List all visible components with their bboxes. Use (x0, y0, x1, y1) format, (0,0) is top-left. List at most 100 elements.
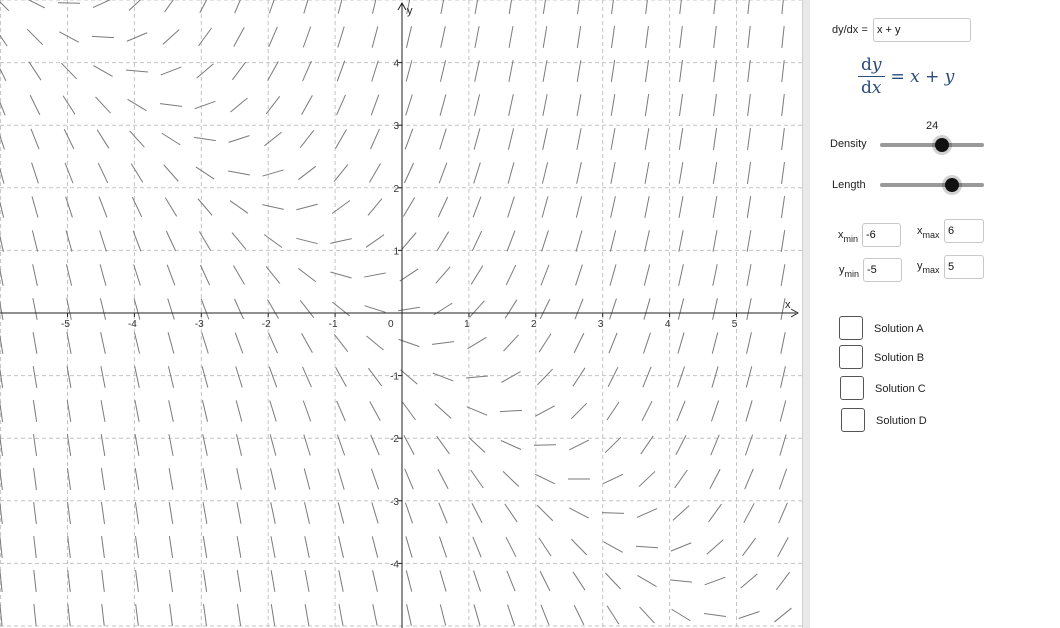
density-slider[interactable] (880, 138, 984, 152)
solution-b-checkbox[interactable] (839, 345, 863, 369)
slope-segment (742, 537, 756, 557)
slope-segment (0, 167, 5, 184)
slope-segment (371, 0, 377, 14)
slope-segment (264, 131, 282, 147)
slope-segment (406, 604, 412, 626)
slope-segment (576, 0, 580, 14)
length-slider[interactable] (880, 178, 984, 192)
graphics-view[interactable]: -5 -4 -3 -2 -1 1 2 3 4 5 4 3 2 1 -1 -2 -3 -4 0 x y (0, 0, 802, 628)
slope-segment (296, 203, 318, 211)
solution-a-label: Solution A (874, 323, 924, 335)
slope-segment (167, 298, 175, 320)
slope-segment (576, 162, 582, 184)
slope-segment (228, 170, 250, 176)
slope-segment (780, 366, 786, 388)
slope-segment (678, 230, 684, 252)
slope-segment (302, 366, 312, 388)
length-slider-thumb[interactable] (944, 178, 959, 192)
slope-segment (602, 473, 624, 485)
slope-segment (62, 95, 76, 115)
slope-segment (436, 435, 450, 455)
slope-segment (643, 264, 651, 286)
y-tick-label: -4 (390, 559, 399, 570)
slope-segment (97, 162, 109, 184)
ymin-input[interactable]: -5 (863, 258, 902, 282)
slope-segment (636, 508, 658, 518)
slope-segment (130, 163, 144, 183)
slope-segment (438, 502, 448, 524)
density-slider-track[interactable] (880, 143, 984, 147)
slope-segment (576, 26, 582, 48)
solution-c-checkbox[interactable] (840, 376, 864, 400)
slope-segment (95, 96, 111, 114)
y-tick-label: -1 (390, 372, 399, 383)
length-slider-track[interactable] (880, 183, 984, 187)
slope-segment (303, 0, 309, 14)
x-tick-label: -5 (61, 319, 70, 330)
slope-segment (505, 536, 517, 558)
slope-segment (403, 162, 415, 184)
slope-segment (507, 162, 515, 184)
solution-a-checkbox[interactable] (839, 316, 863, 340)
slope-segment (335, 367, 347, 387)
slope-segment (33, 468, 37, 490)
slope-segment (31, 196, 39, 218)
density-label: Density (830, 138, 867, 150)
x-tick-label: 2 (531, 319, 537, 330)
slope-segment (780, 196, 786, 218)
slope-segment (704, 576, 726, 586)
slope-segment (574, 298, 584, 320)
equation-input[interactable]: x + y (873, 18, 971, 42)
ymax-label: ymax (917, 260, 940, 275)
slope-segment (781, 94, 785, 116)
slope-segment (542, 60, 548, 82)
slope-segment (233, 27, 245, 47)
slope-segment (371, 26, 379, 48)
slope-segment (533, 444, 557, 446)
slope-segment (364, 305, 386, 313)
slope-segment (99, 230, 107, 252)
slope-segment (93, 65, 113, 77)
slope-segment (367, 198, 383, 216)
slope-segment (398, 306, 420, 312)
ymax-input[interactable]: 5 (944, 255, 984, 279)
panel-divider[interactable] (802, 0, 810, 628)
xmax-input[interactable]: 6 (944, 219, 984, 243)
slope-segment (134, 400, 140, 422)
slope-segment (539, 570, 551, 592)
slope-segment (610, 162, 616, 184)
y-tick-label: 4 (393, 59, 399, 70)
slope-segment (231, 232, 247, 250)
slope-segment (676, 400, 686, 422)
slope-segment (202, 502, 208, 524)
slope-segment (126, 32, 148, 42)
slope-segment (672, 505, 690, 521)
formula-rhs: = x + y (890, 66, 955, 87)
x-tick-label: 5 (732, 319, 738, 330)
xmin-input[interactable]: -6 (862, 223, 901, 247)
slope-segment (235, 366, 243, 388)
slope-segment (336, 94, 346, 116)
slope-segment (236, 468, 242, 490)
slope-segment (645, 0, 648, 14)
slope-segment (507, 196, 515, 218)
slope-segment (781, 128, 785, 150)
slope-segment (745, 366, 753, 388)
slope-segment (610, 94, 616, 116)
slope-segment (576, 60, 582, 82)
slope-segment (168, 434, 174, 456)
slope-segment (780, 332, 786, 354)
solution-d-checkbox[interactable] (841, 408, 865, 432)
slope-segment (399, 268, 419, 282)
slope-segment (572, 367, 586, 387)
slope-segment (270, 570, 276, 592)
slope-segment (745, 400, 753, 422)
slope-segment (100, 434, 106, 456)
slope-segment (677, 332, 685, 354)
slope-field-canvas[interactable]: -5 -4 -3 -2 -1 1 2 3 4 5 4 3 2 1 -1 -2 -3 -4 0 x y (0, 0, 802, 628)
slope-segment (67, 570, 71, 592)
slope-segment (202, 536, 208, 558)
density-slider-thumb[interactable] (935, 138, 950, 152)
slope-segment (370, 94, 380, 116)
slope-segment (0, 134, 5, 150)
